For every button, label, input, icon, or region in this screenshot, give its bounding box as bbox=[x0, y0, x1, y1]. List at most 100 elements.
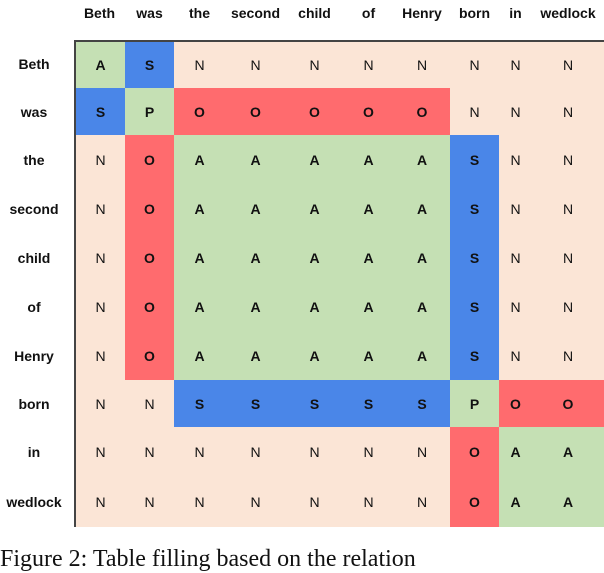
column-header: Henry bbox=[402, 5, 442, 21]
grid-cell: S bbox=[225, 380, 286, 427]
grid-cell: N bbox=[532, 233, 604, 282]
grid-cell: S bbox=[286, 380, 343, 427]
grid-cell: A bbox=[532, 477, 604, 527]
row-header: was bbox=[20, 103, 48, 120]
grid-cell: N bbox=[532, 282, 604, 331]
grid-cell: A bbox=[225, 282, 286, 331]
grid-cell: A bbox=[499, 427, 532, 477]
grid-cell: N bbox=[343, 477, 394, 527]
grid-cell: O bbox=[125, 135, 174, 184]
grid-cell: A bbox=[76, 42, 125, 88]
row-header: child bbox=[17, 249, 51, 266]
grid-cell: S bbox=[450, 135, 499, 184]
grid-cell: A bbox=[343, 135, 394, 184]
column-header: child bbox=[298, 5, 331, 21]
row-header: the bbox=[23, 151, 45, 168]
grid-cell: O bbox=[125, 233, 174, 282]
grid-cell: N bbox=[450, 88, 499, 135]
grid-cell: A bbox=[286, 282, 343, 331]
grid-cell: N bbox=[499, 331, 532, 380]
grid-cell: N bbox=[499, 282, 532, 331]
grid-cell: A bbox=[532, 427, 604, 477]
grid-cell: N bbox=[76, 135, 125, 184]
grid-cell: N bbox=[125, 427, 174, 477]
figure-caption: Figure 2: Table filling based on the rel… bbox=[0, 546, 416, 572]
grid-cell: S bbox=[450, 331, 499, 380]
grid-cell: N bbox=[532, 42, 604, 88]
grid-cell: A bbox=[343, 233, 394, 282]
grid-cell: A bbox=[225, 331, 286, 380]
row-header: born bbox=[18, 395, 50, 412]
grid-cell: A bbox=[174, 282, 225, 331]
grid-cell: N bbox=[532, 331, 604, 380]
grid-cell: O bbox=[125, 184, 174, 233]
grid-cell: N bbox=[286, 477, 343, 527]
grid-cell: N bbox=[499, 42, 532, 88]
grid-cell: O bbox=[499, 380, 532, 427]
grid-cell: N bbox=[125, 380, 174, 427]
table-filling-grid: ASNNNNNNNNSPOOOOONNNNOAAAAASNNNOAAAAASNN… bbox=[74, 40, 604, 527]
grid-cell: A bbox=[286, 184, 343, 233]
row-header: of bbox=[27, 298, 41, 315]
grid-cell: N bbox=[225, 477, 286, 527]
grid-cell: N bbox=[125, 477, 174, 527]
grid-cell: A bbox=[225, 184, 286, 233]
grid-cell: A bbox=[286, 135, 343, 184]
column-header: second bbox=[230, 5, 280, 21]
grid-cell: N bbox=[394, 42, 450, 88]
grid-cell: P bbox=[450, 380, 499, 427]
grid-cell: N bbox=[174, 42, 225, 88]
grid-cell: S bbox=[450, 184, 499, 233]
grid-cell: S bbox=[343, 380, 394, 427]
grid-cell: O bbox=[394, 88, 450, 135]
grid-cell: A bbox=[394, 282, 450, 331]
row-header: Beth bbox=[18, 56, 50, 72]
column-header: born bbox=[458, 5, 491, 21]
grid-cell: A bbox=[174, 135, 225, 184]
grid-cell: S bbox=[394, 380, 450, 427]
grid-cell: N bbox=[532, 135, 604, 184]
grid-cell: O bbox=[125, 331, 174, 380]
grid-cell: A bbox=[174, 184, 225, 233]
grid-cell: N bbox=[76, 477, 125, 527]
grid-cell: A bbox=[394, 233, 450, 282]
grid-cell: S bbox=[174, 380, 225, 427]
grid-cell: O bbox=[286, 88, 343, 135]
grid-cell: A bbox=[225, 233, 286, 282]
grid-cell: O bbox=[532, 380, 604, 427]
grid-cell: N bbox=[225, 427, 286, 477]
grid-cell: N bbox=[174, 477, 225, 527]
grid-cell: N bbox=[532, 88, 604, 135]
grid-cell: A bbox=[394, 135, 450, 184]
grid-cell: A bbox=[286, 233, 343, 282]
row-header: wedlock bbox=[6, 494, 62, 510]
grid-cell: N bbox=[225, 42, 286, 88]
grid-cell: O bbox=[125, 282, 174, 331]
grid-cell: N bbox=[394, 477, 450, 527]
grid-cell: N bbox=[450, 42, 499, 88]
grid-cell: N bbox=[394, 427, 450, 477]
grid-cell: N bbox=[286, 427, 343, 477]
grid-cell: O bbox=[174, 88, 225, 135]
grid-cell: A bbox=[394, 331, 450, 380]
grid-cell: S bbox=[450, 282, 499, 331]
grid-cell: N bbox=[343, 42, 394, 88]
grid-cell: N bbox=[76, 331, 125, 380]
column-header: the bbox=[189, 5, 210, 21]
grid-cell: N bbox=[499, 233, 532, 282]
grid-cell: N bbox=[532, 184, 604, 233]
grid-cell: A bbox=[343, 331, 394, 380]
row-header: Henry bbox=[14, 347, 54, 364]
grid-cell: P bbox=[125, 88, 174, 135]
grid-cell: N bbox=[76, 233, 125, 282]
grid-cell: S bbox=[125, 42, 174, 88]
grid-cell: O bbox=[225, 88, 286, 135]
grid-cell: N bbox=[76, 380, 125, 427]
grid-cell: N bbox=[76, 184, 125, 233]
grid-cell: O bbox=[343, 88, 394, 135]
grid-cell: N bbox=[76, 427, 125, 477]
grid-cell: S bbox=[76, 88, 125, 135]
grid-cell: O bbox=[450, 477, 499, 527]
grid-cell: N bbox=[76, 282, 125, 331]
grid-cell: N bbox=[174, 427, 225, 477]
